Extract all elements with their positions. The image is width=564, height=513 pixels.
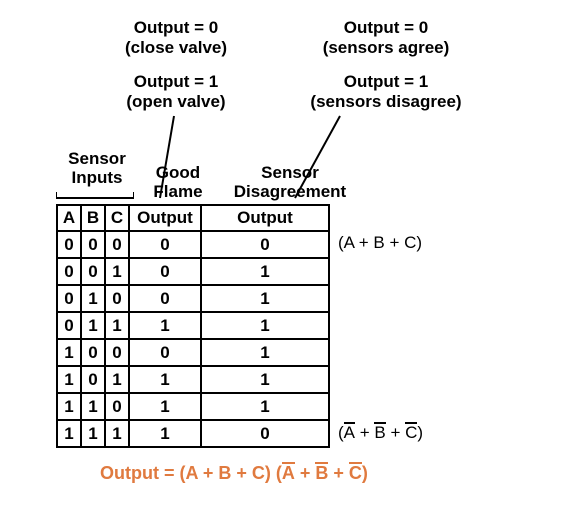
anno-right-bot: Output = 1 (sensors disagree) bbox=[286, 72, 486, 111]
colhead-sensor-disagree: Sensor Disagreement bbox=[215, 164, 365, 201]
anno-right-top: Output = 0 (sensors agree) bbox=[286, 18, 486, 57]
cell-b: 0 bbox=[81, 258, 105, 285]
cell-c: 0 bbox=[105, 393, 129, 420]
cell-b: 1 bbox=[81, 285, 105, 312]
colhead-line: Inputs bbox=[52, 169, 142, 188]
cell-a: 0 bbox=[57, 285, 81, 312]
var-bbar: B bbox=[374, 422, 385, 443]
cell-out1: 1 bbox=[129, 393, 201, 420]
cell-out2: 0 bbox=[201, 420, 329, 447]
table-row: 00000 bbox=[57, 231, 329, 258]
eq-lhs: Output = bbox=[100, 463, 180, 483]
eq-group1: (A + B + C) bbox=[180, 463, 271, 483]
cell-out1: 0 bbox=[129, 258, 201, 285]
anno-text: Output = 1 bbox=[286, 72, 486, 92]
paren: ) bbox=[417, 423, 423, 442]
colhead-line: Flame bbox=[138, 183, 218, 202]
table-body: 0000000101010010111110001101111101111110 bbox=[57, 231, 329, 447]
output-equation: Output = (A + B + C) (A + B + C) bbox=[100, 462, 368, 484]
sep: + bbox=[355, 423, 374, 442]
side-term-top: (A + B + C) bbox=[338, 233, 422, 253]
table-row: 00101 bbox=[57, 258, 329, 285]
pos-term-text: (A + B + C) bbox=[338, 233, 422, 252]
paren: ) bbox=[362, 463, 368, 483]
cell-out1: 0 bbox=[129, 339, 201, 366]
cell-out1: 0 bbox=[129, 285, 201, 312]
var-abar: A bbox=[282, 462, 295, 484]
cell-b: 1 bbox=[81, 420, 105, 447]
cell-b: 0 bbox=[81, 231, 105, 258]
colhead-sensor-inputs: Sensor Inputs bbox=[52, 150, 142, 187]
cell-c: 0 bbox=[105, 231, 129, 258]
cell-a: 1 bbox=[57, 339, 81, 366]
side-term-bot: (A + B + C) bbox=[338, 422, 423, 443]
table-row: 11110 bbox=[57, 420, 329, 447]
col-header-out2: Output bbox=[201, 205, 329, 231]
anno-text: (sensors disagree) bbox=[286, 92, 486, 112]
var-bbar: B bbox=[315, 462, 328, 484]
cell-out2: 1 bbox=[201, 285, 329, 312]
colhead-line: Good bbox=[138, 164, 218, 183]
col-header-c: C bbox=[105, 205, 129, 231]
cell-c: 1 bbox=[105, 258, 129, 285]
col-header-b: B bbox=[81, 205, 105, 231]
cell-b: 0 bbox=[81, 366, 105, 393]
colhead-line: Sensor bbox=[52, 150, 142, 169]
var-cbar: C bbox=[349, 462, 362, 484]
cell-a: 1 bbox=[57, 393, 81, 420]
cell-out2: 1 bbox=[201, 339, 329, 366]
cell-out1: 1 bbox=[129, 420, 201, 447]
cell-a: 0 bbox=[57, 312, 81, 339]
anno-text: Output = 0 bbox=[286, 18, 486, 38]
anno-text: (close valve) bbox=[96, 38, 256, 58]
cell-a: 0 bbox=[57, 258, 81, 285]
cell-b: 1 bbox=[81, 312, 105, 339]
cell-c: 1 bbox=[105, 312, 129, 339]
table-row: 10001 bbox=[57, 339, 329, 366]
cell-out2: 1 bbox=[201, 393, 329, 420]
cell-out1: 0 bbox=[129, 231, 201, 258]
cell-out2: 0 bbox=[201, 231, 329, 258]
table-row: 01111 bbox=[57, 312, 329, 339]
col-header-a: A bbox=[57, 205, 81, 231]
anno-left-bot: Output = 1 (open valve) bbox=[96, 72, 256, 111]
sep: + bbox=[386, 423, 405, 442]
sep: + bbox=[295, 463, 316, 483]
cell-b: 1 bbox=[81, 393, 105, 420]
col-header-out1: Output bbox=[129, 205, 201, 231]
cell-c: 0 bbox=[105, 285, 129, 312]
anno-left-top: Output = 0 (close valve) bbox=[96, 18, 256, 57]
cell-b: 0 bbox=[81, 339, 105, 366]
sep: + bbox=[328, 463, 349, 483]
cell-c: 1 bbox=[105, 366, 129, 393]
anno-text: (open valve) bbox=[96, 92, 256, 112]
var-abar: A bbox=[344, 422, 355, 443]
anno-text: (sensors agree) bbox=[286, 38, 486, 58]
anno-text: Output = 1 bbox=[96, 72, 256, 92]
cell-a: 1 bbox=[57, 420, 81, 447]
colhead-line: Sensor bbox=[215, 164, 365, 183]
table-row: 01001 bbox=[57, 285, 329, 312]
cell-a: 1 bbox=[57, 366, 81, 393]
sensor-inputs-bracket bbox=[56, 192, 134, 202]
table-row: 11011 bbox=[57, 393, 329, 420]
colhead-good-flame: Good Flame bbox=[138, 164, 218, 201]
anno-text: Output = 0 bbox=[96, 18, 256, 38]
var-cbar: C bbox=[405, 422, 417, 443]
table-header-row: A B C Output Output bbox=[57, 205, 329, 231]
cell-c: 1 bbox=[105, 420, 129, 447]
colhead-line: Disagreement bbox=[215, 183, 365, 202]
cell-out1: 1 bbox=[129, 366, 201, 393]
cell-out2: 1 bbox=[201, 366, 329, 393]
cell-out1: 1 bbox=[129, 312, 201, 339]
truth-table: A B C Output Output 00000001010100101111… bbox=[56, 204, 330, 448]
cell-out2: 1 bbox=[201, 258, 329, 285]
cell-out2: 1 bbox=[201, 312, 329, 339]
page: Output = 0 (close valve) Output = 0 (sen… bbox=[0, 0, 564, 513]
cell-c: 0 bbox=[105, 339, 129, 366]
table-row: 10111 bbox=[57, 366, 329, 393]
cell-a: 0 bbox=[57, 231, 81, 258]
